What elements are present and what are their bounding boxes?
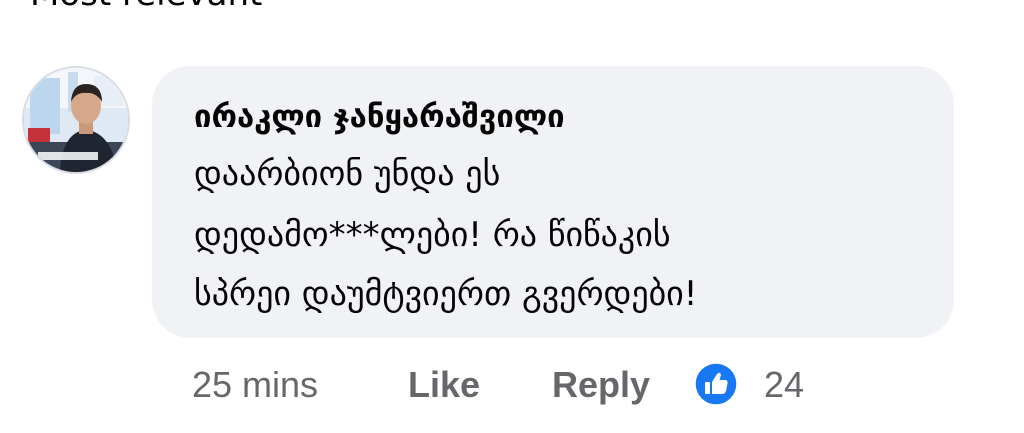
previous-label: Most relevant — [30, 0, 262, 14]
avatar-image — [24, 68, 128, 172]
comment-timestamp[interactable]: 25 mins — [192, 364, 318, 406]
thumbs-up-icon[interactable] — [694, 362, 738, 406]
like-button[interactable]: Like — [408, 364, 480, 406]
comment-view: Most relevant ირაკლი ჯანყარაშვილი დაარბი… — [0, 0, 1024, 433]
reaction-count[interactable]: 24 — [764, 364, 804, 406]
comment-actions: 25 mins Like Reply 24 — [0, 356, 1024, 412]
comment-text-line: დედამო***ლები! რა წიწაკის — [194, 215, 671, 255]
avatar[interactable] — [22, 66, 130, 174]
comment-bubble: ირაკლი ჯანყარაშვილი დაარბიონ უნდა ეს დედ… — [152, 66, 954, 338]
comment-author[interactable]: ირაკლი ჯანყარაშვილი — [194, 98, 565, 136]
comment-text-line: სპრეი დაუმტვიერთ გვერდები! — [194, 274, 698, 314]
comment-text-line: დაარბიონ უნდა ეს — [194, 154, 501, 194]
reply-button[interactable]: Reply — [552, 364, 650, 406]
